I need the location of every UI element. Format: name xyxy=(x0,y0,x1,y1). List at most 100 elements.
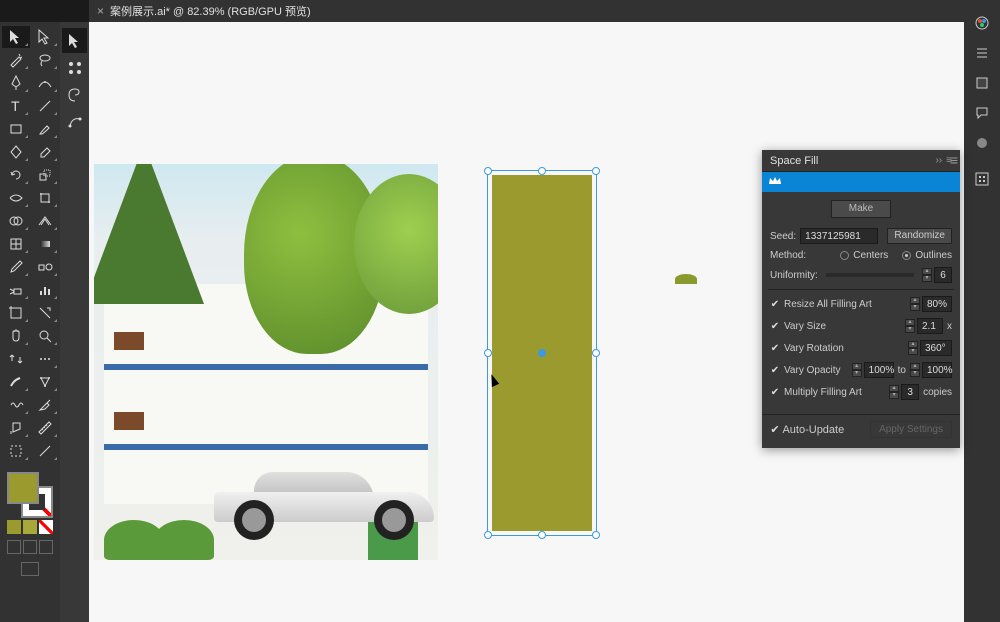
multiply-input[interactable]: 3 xyxy=(901,384,919,400)
selection-tool[interactable] xyxy=(2,26,30,48)
apply-settings-button[interactable]: Apply Settings xyxy=(870,421,952,438)
resize-handle[interactable] xyxy=(484,167,492,175)
smooth-tool[interactable] xyxy=(31,440,59,462)
close-tab-icon[interactable]: × xyxy=(97,4,104,18)
comments-panel-icon[interactable] xyxy=(964,98,1000,128)
vary-opacity-label[interactable]: Vary Opacity xyxy=(784,365,841,376)
appearance-panel-icon[interactable] xyxy=(964,128,1000,158)
free-transform-tool[interactable] xyxy=(31,187,59,209)
color-mode-gradient[interactable] xyxy=(23,520,37,534)
eyedropper-tool[interactable] xyxy=(2,256,30,278)
opacity-from-input[interactable]: 100% xyxy=(864,362,894,378)
paintbrush-tool[interactable] xyxy=(31,118,59,140)
live-paint-tool[interactable] xyxy=(2,417,30,439)
line-tool[interactable] xyxy=(31,95,59,117)
column-graph-tool[interactable] xyxy=(31,279,59,301)
auto-update-label[interactable]: Auto-Update xyxy=(782,424,844,436)
blob-brush-tool[interactable] xyxy=(2,371,30,393)
vary-size-up[interactable]: ▴ xyxy=(905,319,915,326)
resize-handle[interactable] xyxy=(538,167,546,175)
resize-handle[interactable] xyxy=(592,167,600,175)
resize-handle[interactable] xyxy=(592,349,600,357)
seed-input[interactable]: 1337125981 xyxy=(800,228,878,244)
color-mode-none[interactable] xyxy=(39,520,53,534)
multiply-label[interactable]: Multiply Filling Art xyxy=(784,387,862,398)
magic-wand-tool[interactable] xyxy=(2,49,30,71)
toggle-fill-stroke[interactable] xyxy=(2,348,30,370)
width-tool[interactable] xyxy=(2,187,30,209)
blend-tool[interactable] xyxy=(31,256,59,278)
resize-down[interactable]: ▾ xyxy=(910,304,920,311)
mesh-tool[interactable] xyxy=(2,233,30,255)
scale-tool[interactable] xyxy=(31,164,59,186)
method-centers-label[interactable]: Centers xyxy=(853,250,888,261)
multiply-down[interactable]: ▾ xyxy=(889,392,899,399)
draw-behind[interactable] xyxy=(23,540,37,554)
slice-tool[interactable] xyxy=(31,302,59,324)
resize-label[interactable]: Resize All Filling Art xyxy=(784,299,872,310)
opacity-to-input[interactable]: 100% xyxy=(922,362,952,378)
vary-size-label[interactable]: Vary Size xyxy=(784,321,826,332)
panel-tab[interactable]: Space Fill ›› ≡ xyxy=(762,150,960,172)
vary-rotation-up[interactable]: ▴ xyxy=(908,341,918,348)
vary-rotation-input[interactable]: 360° xyxy=(920,340,952,356)
eraser-tool[interactable] xyxy=(31,141,59,163)
resize-handle[interactable] xyxy=(484,531,492,539)
randomize-button[interactable]: Randomize xyxy=(887,228,952,244)
document-tab-title[interactable]: 案例展示.ai* @ 82.39% (RGB/GPU 预览) xyxy=(110,3,311,19)
symbol-sprayer-tool[interactable] xyxy=(2,279,30,301)
vary-rotation-down[interactable]: ▾ xyxy=(908,348,918,355)
artboard-tool[interactable] xyxy=(2,302,30,324)
resize-input[interactable]: 80% xyxy=(922,296,952,312)
vary-size-checkbox[interactable]: ✔ xyxy=(770,321,780,331)
fill-stroke-swatches[interactable] xyxy=(7,472,53,518)
auto-update-checkbox[interactable]: ✔ xyxy=(770,424,780,434)
shaper-tool[interactable] xyxy=(2,141,30,163)
opacity-to-up[interactable]: ▴ xyxy=(910,363,920,370)
vary-rotation-checkbox[interactable]: ✔ xyxy=(770,343,780,353)
plugin-spiral-tool[interactable] xyxy=(62,82,87,107)
uniformity-input[interactable]: 6 xyxy=(934,267,952,283)
selected-rectangle[interactable] xyxy=(487,170,597,536)
knife-tool[interactable] xyxy=(31,394,59,416)
method-outlines-radio[interactable] xyxy=(902,251,911,260)
direct-selection-tool[interactable] xyxy=(31,26,59,48)
plugin-nodes-tool[interactable] xyxy=(62,55,87,80)
opacity-to-down[interactable]: ▾ xyxy=(910,370,920,377)
vary-size-down[interactable]: ▾ xyxy=(905,326,915,333)
pen-tool[interactable] xyxy=(2,72,30,94)
gradient-tool[interactable] xyxy=(31,233,59,255)
space-fill-panel-icon[interactable] xyxy=(964,164,1000,194)
center-handle[interactable] xyxy=(538,349,546,357)
resize-checkbox[interactable]: ✔ xyxy=(770,299,780,309)
lasso-tool[interactable] xyxy=(31,49,59,71)
draw-normal[interactable] xyxy=(7,540,21,554)
hand-tool[interactable] xyxy=(2,325,30,347)
zoom-tool[interactable] xyxy=(31,325,59,347)
puppet-warp-tool[interactable] xyxy=(31,371,59,393)
measure-tool[interactable] xyxy=(31,417,59,439)
method-outlines-label[interactable]: Outlines xyxy=(915,250,952,261)
properties-panel-icon[interactable] xyxy=(964,8,1000,38)
plugin-path-tool[interactable] xyxy=(62,109,87,134)
plugin-selection-tool[interactable] xyxy=(62,28,87,53)
rectangle-tool[interactable] xyxy=(2,118,30,140)
rotate-tool[interactable] xyxy=(2,164,30,186)
layers-panel-icon[interactable] xyxy=(964,68,1000,98)
screen-mode[interactable] xyxy=(21,562,39,576)
panel-collapse-icon[interactable]: ›› xyxy=(935,155,942,166)
make-button[interactable]: Make xyxy=(831,200,891,218)
uniformity-down[interactable]: ▾ xyxy=(922,275,932,282)
method-centers-radio[interactable] xyxy=(840,251,849,260)
uniformity-slider[interactable] xyxy=(826,273,914,277)
resize-handle[interactable] xyxy=(484,349,492,357)
edit-toolbar[interactable] xyxy=(31,348,59,370)
leaf-shape[interactable] xyxy=(675,274,697,284)
opacity-from-up[interactable]: ▴ xyxy=(852,363,862,370)
vary-size-input[interactable]: 2.1 xyxy=(917,318,943,334)
multiply-checkbox[interactable]: ✔ xyxy=(770,387,780,397)
shape-builder-tool[interactable] xyxy=(2,210,30,232)
fill-swatch[interactable] xyxy=(7,472,39,504)
print-tiling-tool[interactable] xyxy=(2,440,30,462)
uniformity-up[interactable]: ▴ xyxy=(922,268,932,275)
